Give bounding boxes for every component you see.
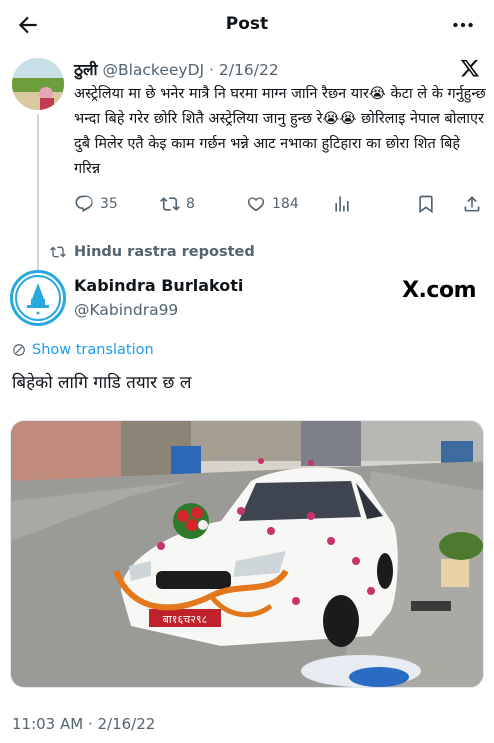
bookmark-button[interactable]	[416, 192, 436, 216]
x-logo-icon	[460, 58, 480, 78]
bookmark-icon	[419, 195, 433, 214]
parent-date[interactable]: 2/16/22	[219, 61, 279, 79]
parent-tweet[interactable]: ठुली @BlackeeyDJ · 2/16/22 अस्ट्रेलिया म…	[0, 50, 494, 299]
retweet-count: 8	[186, 196, 195, 212]
top-bar: Post	[0, 0, 494, 50]
parent-tweet-text: अस्ट्रेलिया मा छे भनेर मात्रै नि घरमा मा…	[74, 86, 486, 177]
heart-icon	[247, 197, 265, 212]
share-button[interactable]	[462, 192, 482, 216]
retweet-icon	[160, 197, 180, 211]
x-com-watermark: X.com	[402, 278, 476, 303]
license-plate: बा१६च२९८	[163, 613, 208, 626]
reposted-by[interactable]: Hindu rastra reposted	[50, 244, 255, 260]
show-translation-label: Show translation	[32, 342, 154, 358]
parent-avatar[interactable]	[12, 58, 64, 110]
author-handle[interactable]: @Kabindra99	[74, 301, 178, 319]
retweet-button[interactable]: 8	[160, 192, 195, 216]
views-button[interactable]	[332, 192, 352, 216]
parent-handle[interactable]: @BlackeeyDJ	[102, 61, 204, 79]
retweet-icon	[50, 246, 66, 258]
parent-name[interactable]: ठुली	[74, 61, 98, 79]
post-text: बिहेको लागि गाडि तयार छ ल	[12, 373, 192, 393]
tweet-actions: 35 8 184	[74, 192, 484, 216]
like-count: 184	[272, 196, 299, 212]
page-title: Post	[225, 14, 269, 34]
show-translation-link[interactable]: Show translation	[12, 342, 154, 358]
post-header: Kabindra Burlakoti @Kabindra99 X.com	[0, 270, 494, 330]
analytics-icon	[335, 196, 349, 212]
like-button[interactable]: 184	[246, 192, 299, 216]
post-image[interactable]: बा१६च२९८	[10, 420, 484, 688]
reposted-label: Hindu rastra reposted	[74, 244, 255, 260]
author-name[interactable]: Kabindra Burlakoti	[74, 276, 243, 295]
translate-icon	[13, 344, 25, 356]
parent-header: ठुली @BlackeeyDJ · 2/16/22	[74, 58, 279, 80]
separator-dot: ·	[209, 61, 214, 79]
share-icon	[464, 196, 480, 212]
reply-icon	[75, 195, 93, 213]
reply-count: 35	[100, 196, 118, 212]
author-avatar[interactable]	[10, 270, 66, 326]
post-timestamp: 11:03 AM · 2/16/22	[12, 715, 156, 733]
more-options-icon[interactable]	[450, 12, 476, 38]
reply-button[interactable]: 35	[74, 192, 118, 216]
